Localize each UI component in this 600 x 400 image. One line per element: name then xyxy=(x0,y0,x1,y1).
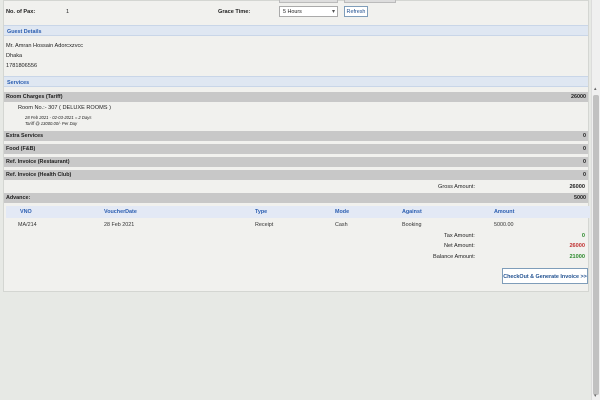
ref-restaurant-amount: 0 xyxy=(583,159,586,165)
voucher-table-header: VNO VoucherDate Type Mode Against Amount xyxy=(6,206,590,218)
checkout-page: No. of Pax: 1 Grace Time: 5 Hours ▾ Refr… xyxy=(0,0,600,400)
col-vno: VNO xyxy=(20,209,32,215)
cell-type: Receipt xyxy=(255,222,274,228)
cell-voucher-date: 28 Feb 2021 xyxy=(104,222,135,228)
vertical-scrollbar[interactable]: ▴ ▾ xyxy=(591,0,600,400)
grace-time-select[interactable]: 5 Hours ▾ xyxy=(279,6,338,17)
room-charges-label: Room Charges (Tariff) xyxy=(6,94,63,100)
ref-health-club-bar: Ref. Invoice (Health Club) 0 xyxy=(4,170,588,180)
pax-label: No. of Pax: xyxy=(6,9,36,15)
top-select-stub xyxy=(279,0,338,3)
grace-time-value: 5 Hours xyxy=(283,9,302,15)
gross-amount-label: Gross Amount: xyxy=(438,184,475,190)
tax-amount-label: Tax Amount: xyxy=(444,233,475,239)
col-amount: Amount xyxy=(494,209,515,215)
ref-restaurant-bar: Ref. Invoice (Restaurant) 0 xyxy=(4,157,588,167)
net-amount-label: Net Amount: xyxy=(444,243,475,249)
advance-label: Advance: xyxy=(6,195,31,201)
balance-amount-value: 21000 xyxy=(569,254,585,260)
net-amount-value: 26000 xyxy=(569,243,585,249)
scroll-down-icon[interactable]: ▾ xyxy=(594,393,597,399)
col-voucher-date: VoucherDate xyxy=(104,209,137,215)
chevron-down-icon: ▾ xyxy=(331,9,335,15)
room-charges-amount: 26000 xyxy=(571,94,586,100)
col-mode: Mode xyxy=(335,209,350,215)
guest-details-header: Guest Details xyxy=(4,25,588,36)
grace-time-label: Grace Time: xyxy=(218,9,251,15)
room-charges-bar: Room Charges (Tariff) 26000 xyxy=(4,92,588,102)
top-button-stub xyxy=(344,0,396,3)
stay-line: 28 Feb 2021 - 02-03-2021 = 2 Days xyxy=(25,115,92,120)
balance-amount-label: Balance Amount: xyxy=(433,254,476,260)
scroll-up-icon[interactable]: ▴ xyxy=(594,86,597,92)
extra-services-label: Extra Services xyxy=(6,133,44,139)
checkout-generate-invoice-button[interactable]: CheckOut & Generate Invoice >> xyxy=(502,268,588,284)
col-against: Against xyxy=(402,209,422,215)
table-row: MA/214 28 Feb 2021 Receipt Cash Booking … xyxy=(6,219,590,230)
ref-health-club-amount: 0 xyxy=(583,172,586,178)
food-bar: Food (F&B) 0 xyxy=(4,144,588,154)
cell-vno: MA/214 xyxy=(18,222,37,228)
advance-bar: Advance: 5000 xyxy=(4,193,588,203)
tariff-line: Tariff @ 13000.00/- Per Day xyxy=(25,121,78,126)
scroll-thumb[interactable] xyxy=(593,95,599,395)
room-line: Room No.:- 307 ( DELUXE ROOMS ) xyxy=(18,105,111,111)
ref-restaurant-label: Ref. Invoice (Restaurant) xyxy=(6,159,70,165)
gross-amount-value: 26000 xyxy=(569,184,585,190)
guest-name: Mr. Amran Hossain Adorcxzvcc xyxy=(6,43,84,49)
pax-value: 1 xyxy=(66,9,70,15)
food-label: Food (F&B) xyxy=(6,146,36,152)
cell-amount: 5000.00 xyxy=(494,222,514,228)
advance-amount: 5000 xyxy=(574,195,586,201)
checkout-panel: No. of Pax: 1 Grace Time: 5 Hours ▾ Refr… xyxy=(3,0,590,292)
col-type: Type xyxy=(255,209,268,215)
tax-amount-value: 0 xyxy=(581,233,585,239)
extra-services-amount: 0 xyxy=(583,133,586,139)
services-header: Services xyxy=(4,76,588,87)
cell-against: Booking xyxy=(402,222,422,228)
extra-services-bar: Extra Services 0 xyxy=(4,131,588,141)
ref-health-club-label: Ref. Invoice (Health Club) xyxy=(6,172,72,178)
cell-mode: Cash xyxy=(335,222,348,228)
guest-city: Dhaka xyxy=(6,53,23,59)
refresh-button[interactable]: Refresh xyxy=(344,6,368,17)
food-amount: 0 xyxy=(583,146,586,152)
guest-phone: 1781806556 xyxy=(6,63,38,69)
